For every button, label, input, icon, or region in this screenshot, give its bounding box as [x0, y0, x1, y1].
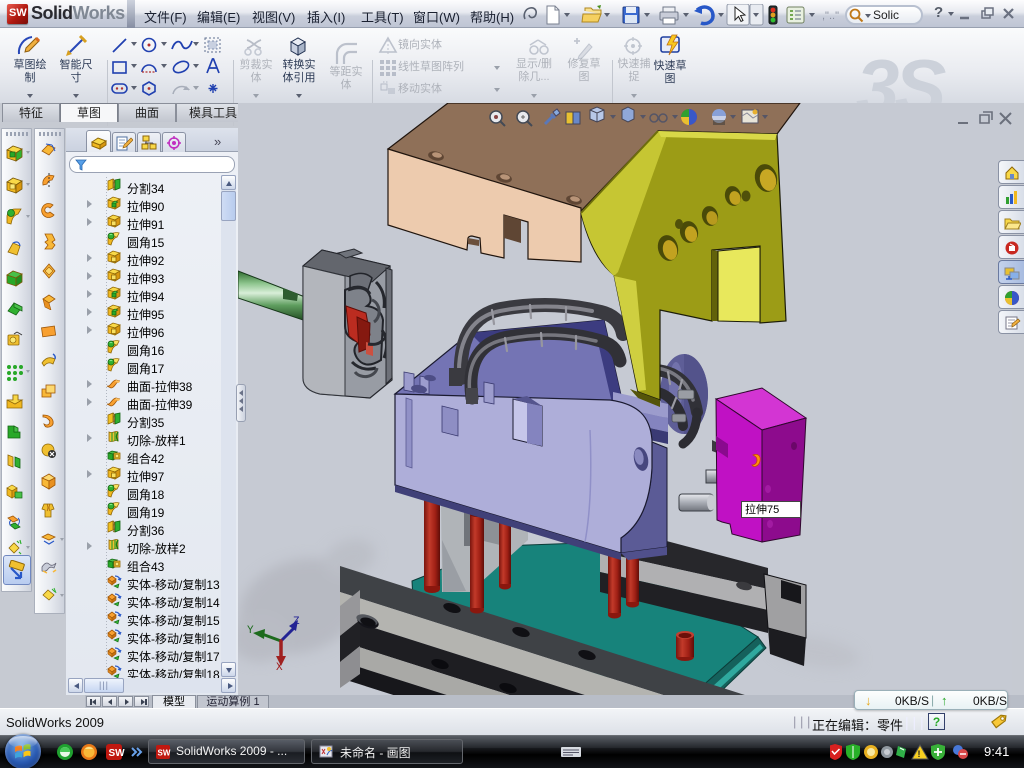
- svg-text:Z: Z: [293, 616, 300, 628]
- svg-text:,"..": ,"..": [822, 10, 839, 22]
- svg-text:SW: SW: [158, 749, 171, 758]
- svg-text:X: X: [276, 662, 283, 674]
- svg-text:SW: SW: [109, 748, 126, 759]
- svg-text:Y: Y: [247, 625, 254, 637]
- svg-text:!: !: [918, 749, 921, 759]
